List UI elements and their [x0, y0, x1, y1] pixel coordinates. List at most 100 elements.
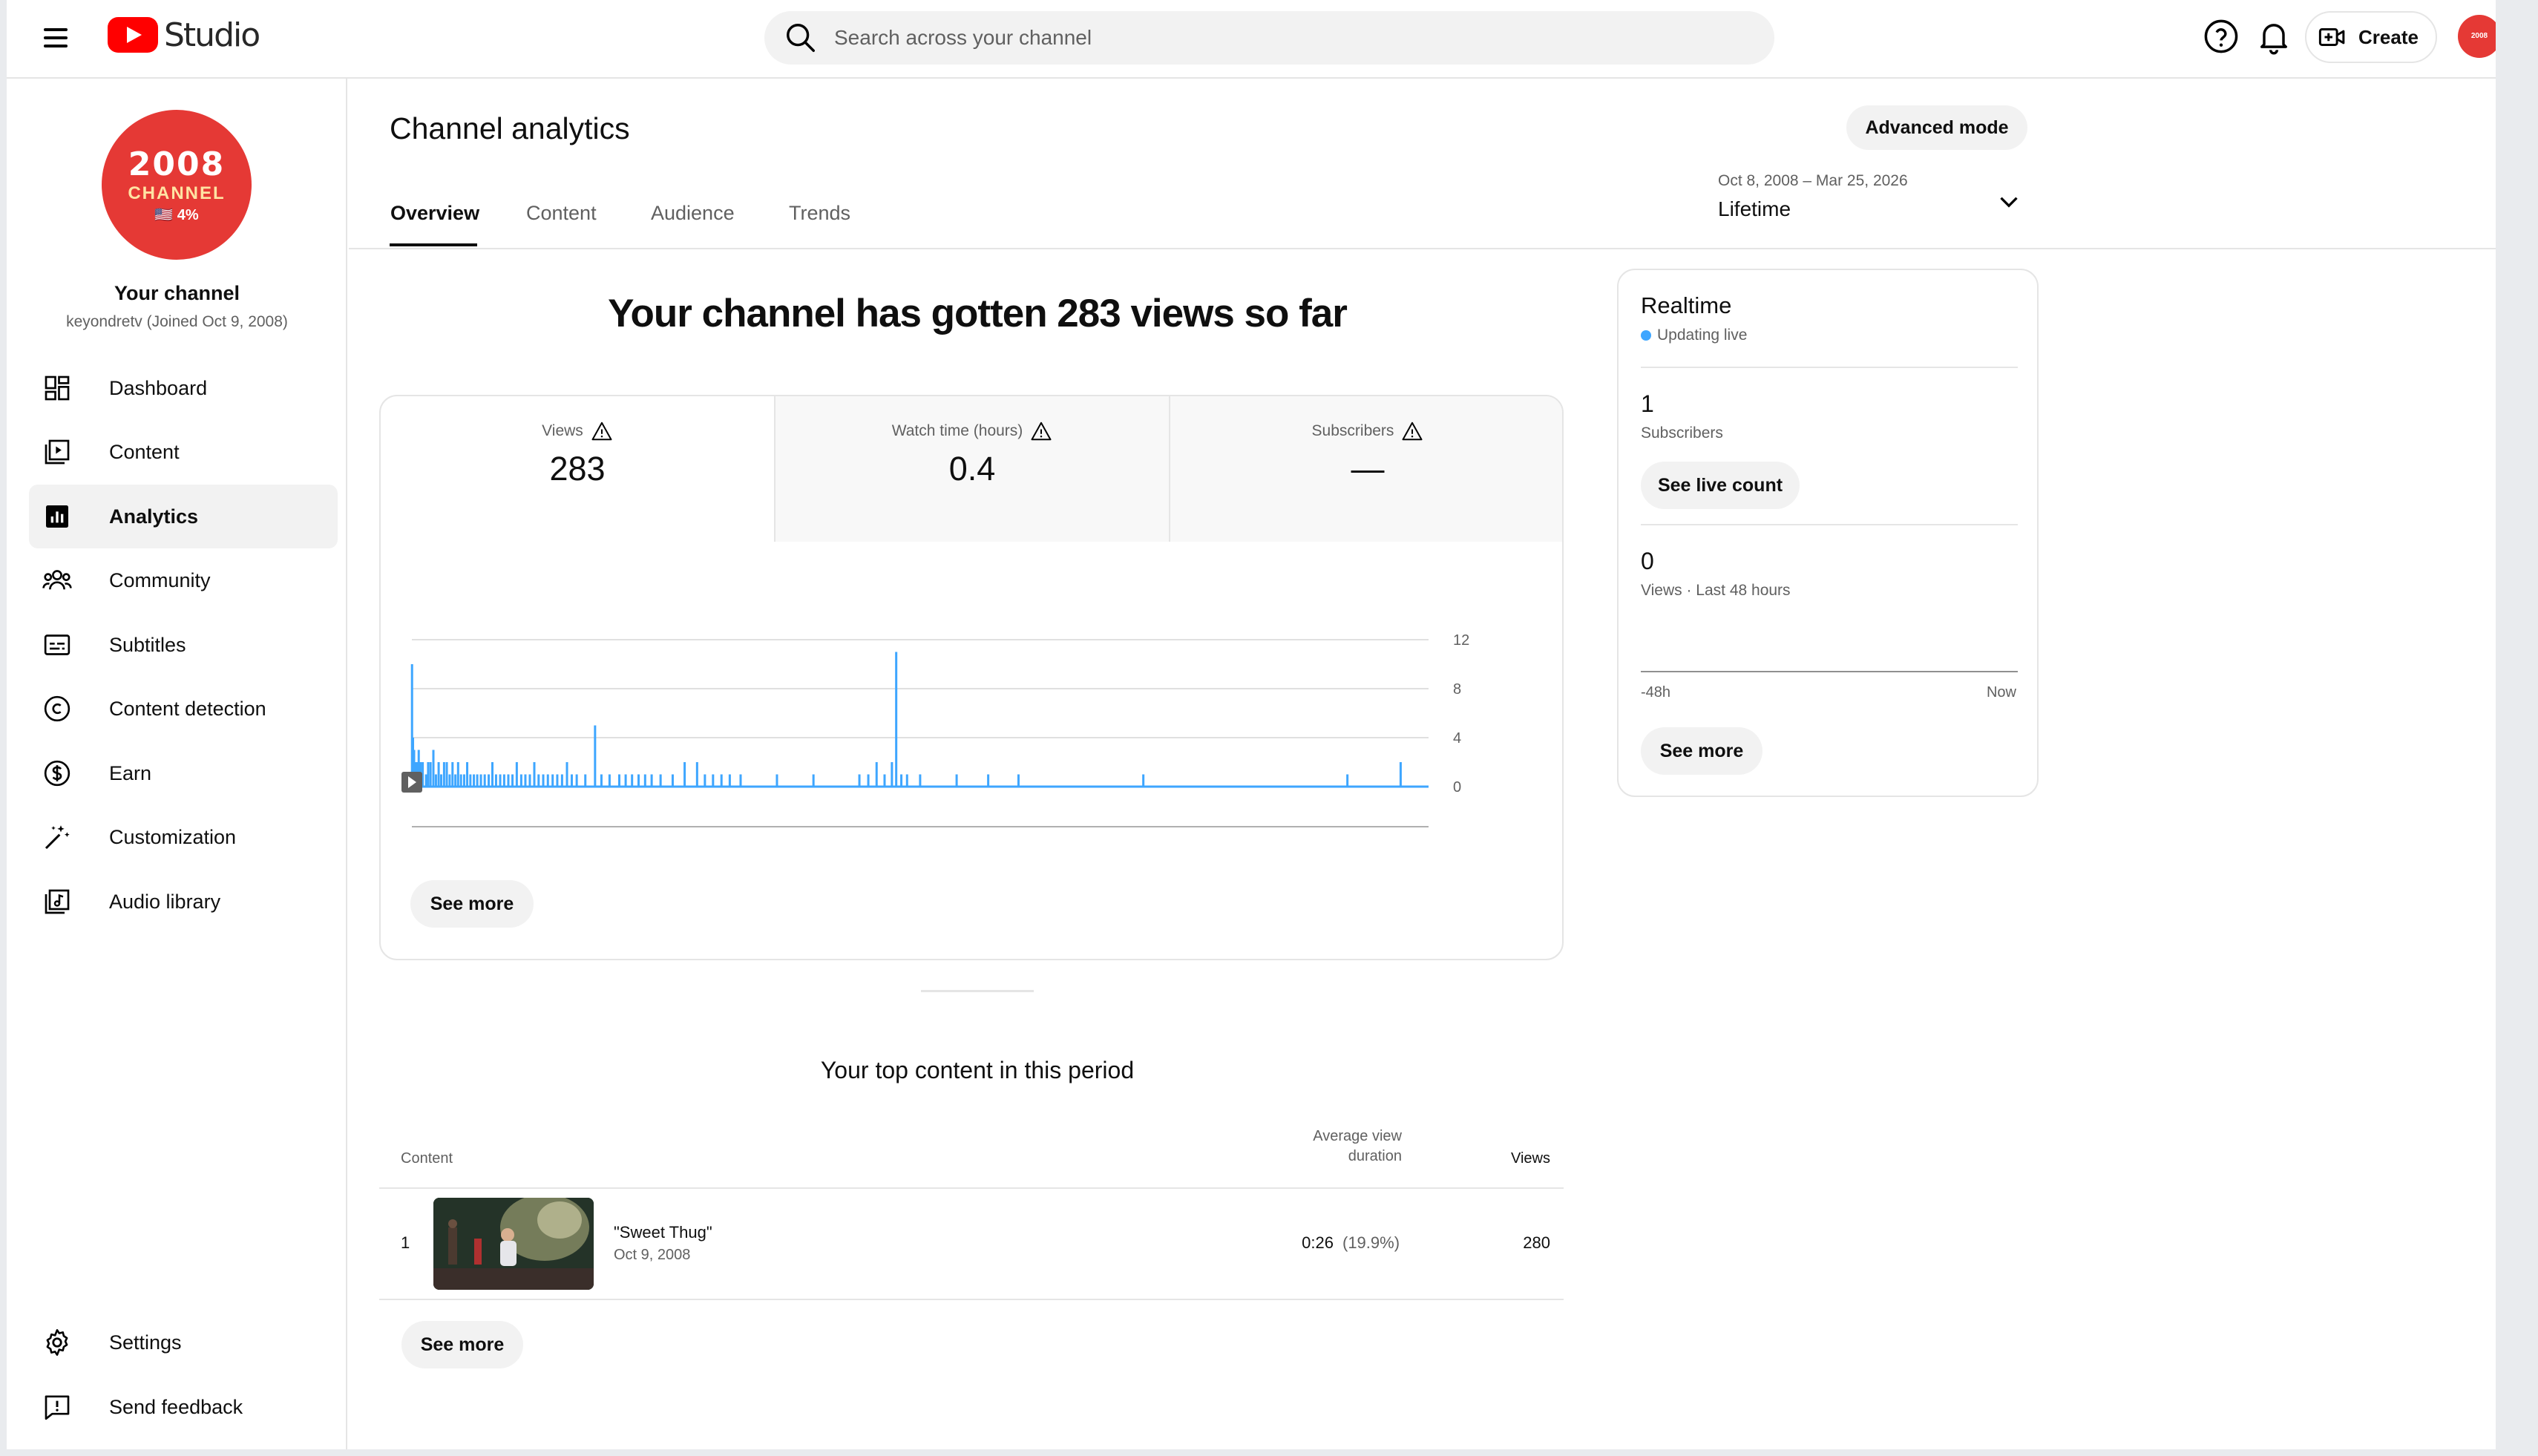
chart-bar: [650, 774, 653, 787]
chart-bar: [445, 762, 448, 787]
chart-bar: [502, 774, 505, 787]
sidebar-item-label: Settings: [109, 1331, 182, 1354]
sidebar-item-label: Customization: [109, 825, 237, 848]
chart-bar: [720, 774, 723, 787]
chart-bar: [476, 774, 479, 787]
chart-bar: [891, 762, 893, 787]
chart-bar: [469, 774, 472, 787]
sidebar-item-dashboard[interactable]: Dashboard: [29, 356, 338, 420]
chart-bar: [483, 774, 486, 787]
chart-bar: [858, 774, 861, 787]
chart-bar: [437, 762, 440, 787]
chart-bar: [473, 774, 476, 787]
chart-bar: [919, 774, 922, 787]
sidebar-item-label: Content: [109, 440, 180, 463]
chart-bars: [410, 652, 1429, 788]
metric-label: Watch time (hours): [891, 422, 1023, 439]
chart-bar: [456, 762, 459, 787]
sidebar-item-content[interactable]: Content: [29, 420, 338, 484]
channel-name[interactable]: Your channel: [7, 282, 347, 305]
chart-y-tick-label: 8: [1453, 681, 1461, 698]
sidebar-item-send-feedback[interactable]: Send feedback: [29, 1375, 338, 1439]
chart-x-axis: Oct 8, 2008Sep 6, 2011Aug 4, 2014Jul 2, …: [412, 826, 1429, 827]
chart-bar: [533, 762, 536, 787]
chart-y-tick-label: 0: [1453, 779, 1461, 796]
tabs-divider: [349, 248, 2496, 249]
help-icon[interactable]: [2202, 17, 2240, 56]
sidebar-item-audio-library[interactable]: Audio library: [29, 870, 338, 934]
chart-bar: [551, 774, 554, 787]
chart-bar: [528, 774, 531, 787]
video-marker-icon[interactable]: [401, 772, 422, 793]
notifications-bell-icon[interactable]: [2255, 17, 2293, 56]
feedback-icon: [45, 1395, 70, 1420]
chart-bar: [712, 774, 715, 787]
tab-content[interactable]: Content: [526, 202, 597, 225]
metric-views[interactable]: Views 283: [381, 396, 774, 542]
chart-bar: [462, 774, 465, 787]
chart-bar: [542, 774, 545, 787]
sidebar-item-content-detection[interactable]: Content detection: [29, 677, 338, 741]
search-icon[interactable]: [784, 21, 818, 55]
date-range[interactable]: Oct 8, 2008 – Mar 25, 2026: [1718, 172, 1908, 190]
col-header-views[interactable]: Views: [1476, 1150, 1550, 1167]
views-headline: Your channel has gotten 283 views so far: [608, 292, 1348, 335]
chart-bar: [556, 774, 559, 787]
metric-watch-time[interactable]: Watch time (hours) 0.4: [776, 396, 1169, 542]
chart-bar: [875, 762, 878, 787]
magic-wand-icon: [45, 825, 70, 850]
realtime-axis-start: -48h: [1641, 684, 1671, 701]
chart-bar: [427, 762, 430, 787]
chart-y-axis: 0 4 8 12: [1453, 632, 1469, 796]
see-more-button[interactable]: See more: [410, 880, 534, 928]
tab-overview[interactable]: Overview: [390, 202, 479, 225]
realtime-axis-end: Now: [1986, 684, 2016, 701]
advanced-mode-button[interactable]: Advanced mode: [1846, 105, 2027, 150]
tab-trends[interactable]: Trends: [789, 202, 850, 225]
metric-subscribers[interactable]: Subscribers —: [1170, 396, 1562, 542]
sidebar-item-label: Audio library: [109, 890, 221, 913]
sidebar-item-analytics[interactable]: Analytics: [29, 485, 338, 548]
live-dot-icon: [1641, 330, 1651, 341]
account-avatar[interactable]: 2008: [2458, 15, 2496, 58]
top-content-see-more-button[interactable]: See more: [401, 1321, 523, 1368]
avatar-line-2: CHANNEL: [128, 183, 226, 203]
chart-bar: [584, 774, 587, 787]
metric-label: Views: [542, 422, 583, 439]
sidebar-item-settings[interactable]: Settings: [29, 1311, 338, 1374]
chart-bar: [1346, 774, 1349, 787]
sidebar-item-customization[interactable]: Customization: [29, 805, 338, 869]
menu-icon[interactable]: [40, 22, 71, 53]
video-title[interactable]: "Sweet Thug": [614, 1223, 712, 1242]
chart-bar: [491, 762, 494, 787]
realtime-title: Realtime: [1641, 292, 1732, 318]
sidebar-item-community[interactable]: Community: [29, 548, 338, 612]
see-live-count-button[interactable]: See live count: [1641, 462, 1800, 509]
tab-audience[interactable]: Audience: [651, 202, 735, 225]
chart-bar: [560, 774, 563, 787]
col-header-avg-duration[interactable]: Average view duration: [1224, 1128, 1402, 1165]
chart-bar: [459, 774, 462, 787]
warning-icon: [1031, 422, 1052, 441]
chart-bar: [537, 774, 540, 787]
studio-logo[interactable]: Studio: [108, 16, 260, 54]
chevron-down-icon[interactable]: [1996, 188, 2022, 215]
metric-value: —: [1351, 450, 1385, 488]
chart-bar: [432, 750, 435, 787]
channel-avatar[interactable]: 2008 CHANNEL 🇺🇸 4%: [102, 110, 252, 260]
chart-bar: [905, 774, 908, 787]
sidebar-item-earn[interactable]: Earn: [29, 741, 338, 805]
chart-bar: [434, 774, 437, 787]
dollar-icon: [44, 760, 70, 787]
chart-bar: [955, 774, 958, 787]
date-preset-label[interactable]: Lifetime: [1718, 197, 1791, 221]
video-thumbnail[interactable]: [433, 1198, 594, 1290]
create-label: Create: [2358, 25, 2419, 48]
sidebar-item-subtitles[interactable]: Subtitles: [29, 613, 338, 677]
active-tab-indicator: [390, 243, 477, 246]
chart-bar: [488, 774, 491, 787]
create-button[interactable]: Create: [2305, 11, 2437, 63]
search-input[interactable]: [834, 26, 1725, 50]
live-label: Updating live: [1657, 327, 1748, 344]
realtime-see-more-button[interactable]: See more: [1641, 727, 1762, 775]
